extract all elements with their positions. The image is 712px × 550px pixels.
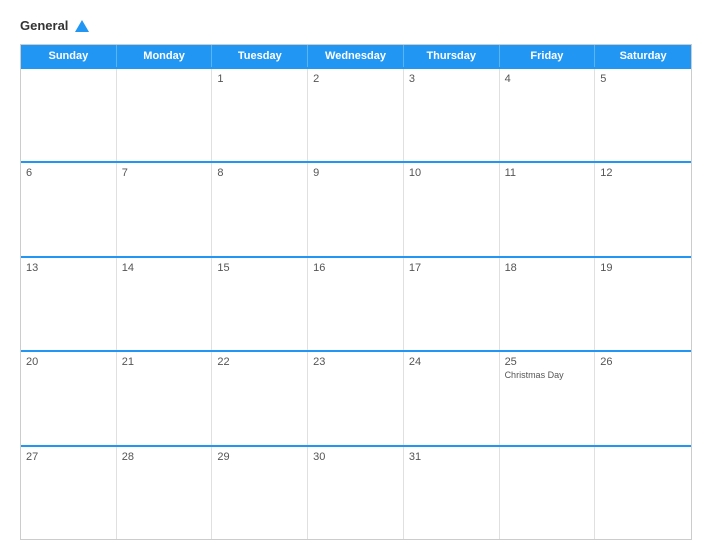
day-header-saturday: Saturday	[595, 45, 691, 67]
day-cell: 2	[308, 69, 404, 161]
day-cell: 26	[595, 352, 691, 444]
day-number: 14	[122, 262, 207, 274]
day-number: 23	[313, 356, 398, 368]
day-cell: 11	[500, 163, 596, 255]
day-cell: 7	[117, 163, 213, 255]
day-cell: 4	[500, 69, 596, 161]
day-cell: 6	[21, 163, 117, 255]
day-number: 4	[505, 73, 590, 85]
day-number: 29	[217, 451, 302, 463]
calendar-grid: SundayMondayTuesdayWednesdayThursdayFrid…	[20, 44, 692, 540]
day-cell: 22	[212, 352, 308, 444]
day-number: 25	[505, 356, 590, 368]
day-header-thursday: Thursday	[404, 45, 500, 67]
week-row-1: 6789 10 11 12	[21, 161, 691, 255]
day-headers-row: SundayMondayTuesdayWednesdayThursdayFrid…	[21, 45, 691, 67]
day-cell: 23	[308, 352, 404, 444]
day-number: 22	[217, 356, 302, 368]
day-number: 24	[409, 356, 494, 368]
day-cell: 24	[404, 352, 500, 444]
day-header-sunday: Sunday	[21, 45, 117, 67]
day-number: 9	[313, 167, 398, 179]
weeks-container: 1234567891011121314151617181920212223242…	[21, 67, 691, 539]
week-row-4: 27 28 29 30 31	[21, 445, 691, 539]
day-cell	[21, 69, 117, 161]
day-cell: 20	[21, 352, 117, 444]
header: General	[20, 18, 692, 34]
day-number: 27	[26, 451, 111, 463]
day-number: 1	[217, 73, 302, 85]
day-cell: 9	[308, 163, 404, 255]
day-cell: 8	[212, 163, 308, 255]
day-cell: 10	[404, 163, 500, 255]
logo-general-text: General	[20, 18, 89, 34]
day-header-friday: Friday	[500, 45, 596, 67]
day-header-wednesday: Wednesday	[308, 45, 404, 67]
day-cell: 17	[404, 258, 500, 350]
day-cell: 28	[117, 447, 213, 539]
week-row-3: 20 21 22 23 24 25 Christmas Day 26	[21, 350, 691, 444]
day-number: 11	[505, 167, 590, 179]
day-number: 18	[505, 262, 590, 274]
day-header-monday: Monday	[117, 45, 213, 67]
day-number: 31	[409, 451, 494, 463]
day-number: 20	[26, 356, 111, 368]
day-cell: 27	[21, 447, 117, 539]
day-cell: 16	[308, 258, 404, 350]
day-number: 2	[313, 73, 398, 85]
logo: General	[20, 18, 89, 34]
day-number: 10	[409, 167, 494, 179]
day-number: 8	[217, 167, 302, 179]
day-number: 16	[313, 262, 398, 274]
day-number: 26	[600, 356, 686, 368]
calendar-page: General SundayMondayTuesdayWednesdayThur…	[0, 0, 712, 550]
day-cell: 14	[117, 258, 213, 350]
day-cell: 30	[308, 447, 404, 539]
day-number: 30	[313, 451, 398, 463]
week-row-2: 13 14 15 16 17 18 19	[21, 256, 691, 350]
day-cell: 21	[117, 352, 213, 444]
day-cell: 5	[595, 69, 691, 161]
day-number: 21	[122, 356, 207, 368]
day-cell: 25 Christmas Day	[500, 352, 596, 444]
day-number: 19	[600, 262, 686, 274]
day-number: 6	[26, 167, 111, 179]
day-cell: 15	[212, 258, 308, 350]
day-cell: 18	[500, 258, 596, 350]
event-label: Christmas Day	[505, 370, 590, 380]
day-number: 15	[217, 262, 302, 274]
day-number: 13	[26, 262, 111, 274]
day-cell: 13	[21, 258, 117, 350]
day-number: 5	[600, 73, 686, 85]
day-number: 28	[122, 451, 207, 463]
logo-triangle-icon	[75, 20, 89, 32]
day-number: 3	[409, 73, 494, 85]
day-cell	[595, 447, 691, 539]
day-number: 12	[600, 167, 686, 179]
day-number: 17	[409, 262, 494, 274]
day-cell: 1	[212, 69, 308, 161]
day-number: 7	[122, 167, 207, 179]
week-row-0: 12345	[21, 67, 691, 161]
day-cell: 29	[212, 447, 308, 539]
day-cell: 12	[595, 163, 691, 255]
day-cell	[117, 69, 213, 161]
day-cell	[500, 447, 596, 539]
day-cell: 31	[404, 447, 500, 539]
day-header-tuesday: Tuesday	[212, 45, 308, 67]
day-cell: 3	[404, 69, 500, 161]
day-cell: 19	[595, 258, 691, 350]
